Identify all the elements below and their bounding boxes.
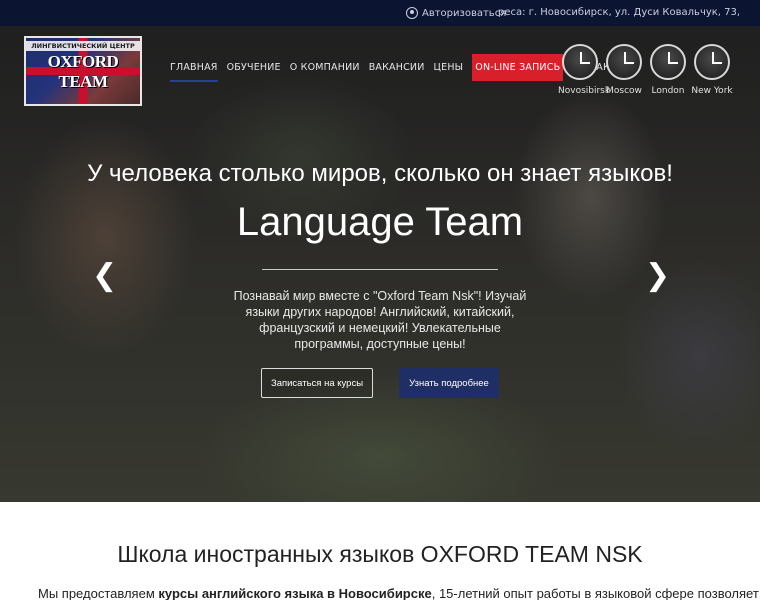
logo-subtitle: ЛИНГВИСТИЧЕСКИЙ ЦЕНТР — [26, 41, 140, 51]
clock-city-label: London — [651, 86, 685, 96]
learn-more-button[interactable]: Узнать подробнее — [399, 368, 499, 398]
hero-description: Познавай мир вместе с "Oxford Team Nsk"!… — [233, 289, 527, 351]
clock-new-york: New York — [690, 44, 734, 96]
login-label: Авторизоваться — [422, 7, 507, 19]
clock-city-label: Novosibirsk — [558, 86, 611, 96]
slider-next-icon[interactable]: ❯ — [645, 261, 670, 291]
hero-divider — [262, 269, 498, 270]
clock-icon — [650, 44, 686, 80]
address-text: реса: г. Новосибирск, ул. Дуси Ковальчук… — [498, 7, 741, 18]
slider-prev-icon[interactable]: ❮ — [92, 261, 117, 291]
section-heading: Школа иностранных языков OXFORD TEAM NSK — [117, 541, 643, 567]
intro-link-english-courses[interactable]: курсы английского языка в Новосибирске — [158, 586, 431, 600]
nav-item-about[interactable]: О КОМПАНИИ — [290, 62, 360, 73]
clock-icon — [606, 44, 642, 80]
signup-course-button[interactable]: Записаться на курсы — [261, 368, 373, 398]
nav-item-vacancies[interactable]: ВАКАНСИИ — [369, 62, 425, 73]
nav-item-home[interactable]: ГЛАВНАЯ — [170, 62, 218, 82]
login-link[interactable]: Авторизоваться — [406, 7, 506, 19]
user-icon — [406, 7, 418, 19]
clock-novosibirsk: Novosibirsk — [558, 44, 611, 96]
hero-tagline: У человека столько миров, сколько он зна… — [87, 160, 673, 187]
nav-item-training[interactable]: ОБУЧЕНИЕ — [227, 62, 281, 73]
top-bar: Авторизоваться реса: г. Новосибирск, ул.… — [0, 0, 760, 26]
clock-london: London — [646, 44, 690, 96]
intro-text-post: , 15-летний опыт работы в языковой сфере… — [431, 586, 759, 600]
clock-city-label: New York — [691, 86, 733, 96]
nav-item-prices[interactable]: ЦЕНЫ — [434, 62, 464, 73]
clock-moscow: Moscow — [602, 44, 646, 96]
logo-title: OXFORD TEAM — [47, 52, 119, 91]
clock-icon — [562, 44, 598, 80]
site-logo[interactable]: ЛИНГВИСТИЧЕСКИЙ ЦЕНТР OXFORD TEAM — [24, 36, 142, 106]
clock-city-label: Moscow — [606, 86, 642, 96]
intro-text-pre: Мы предоставляем — [38, 586, 159, 600]
section-intro: Мы предоставляем курсы английского языка… — [38, 586, 759, 600]
nav-item-online-signup[interactable]: ON-LINE ЗАПИСЬ — [472, 54, 564, 81]
world-clocks: Novosibirsk Moscow London New York — [558, 44, 734, 96]
hero-slider: ЛИНГВИСТИЧЕСКИЙ ЦЕНТР OXFORD TEAM ГЛАВНА… — [0, 26, 760, 502]
clock-icon — [694, 44, 730, 80]
hero-title: Language Team — [236, 200, 524, 244]
